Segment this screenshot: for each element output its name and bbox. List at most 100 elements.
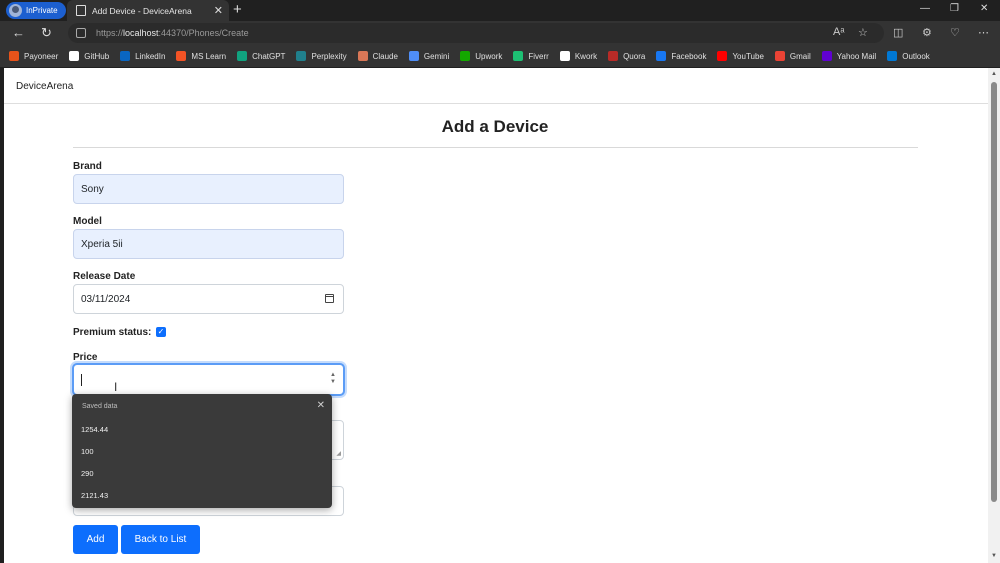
window-close-icon[interactable]: ✕ [980, 3, 988, 14]
favorite-label: YouTube [732, 51, 764, 61]
model-input-value: Xperia 5ii [81, 238, 123, 250]
favorite-label: LinkedIn [135, 51, 166, 61]
favorite-label: Perplexity [311, 51, 347, 61]
tab-title: Add Device - DeviceArena [92, 5, 192, 16]
favorite-site-icon [176, 51, 187, 61]
navbar-brand[interactable]: DeviceArena [16, 81, 73, 92]
favorite-linkedin[interactable]: LinkedIn [120, 51, 165, 61]
read-aloud-icon[interactable]: A͏ᵃ [833, 26, 844, 38]
favorite-facebook[interactable]: Facebook [656, 51, 706, 61]
favorite-label: Facebook [671, 51, 707, 61]
favorite-ms-learn[interactable]: MS Learn [176, 51, 226, 61]
favorite-site-icon [9, 51, 19, 61]
favorite-site-icon [656, 51, 667, 61]
favorite-label: GitHub [84, 51, 110, 61]
favorites-bar: Payoneer GitHub LinkedIn MS Learn ChatGPT Per… [0, 45, 1000, 67]
page-icon [76, 5, 86, 16]
calendar-icon[interactable] [325, 294, 334, 303]
favorite-label: Fiverr [528, 51, 549, 61]
suggestion-item[interactable]: 100 [81, 447, 94, 456]
favorite-fiverr[interactable]: Fiverr [513, 51, 549, 61]
favorite-payoneer[interactable]: Payoneer [9, 51, 58, 61]
address-bar[interactable]: https://localhost:44370/Phones/Create [68, 23, 884, 43]
inprivate-badge[interactable]: InPrivate [6, 2, 66, 19]
active-tab[interactable]: Add Device - DeviceArena ✕ [67, 0, 229, 21]
favorite-site-icon [559, 51, 570, 61]
favorite-gemini[interactable]: Gemini [408, 51, 449, 61]
favorite-yahoo-mail[interactable]: Yahoo Mail [821, 51, 877, 61]
autofill-header: Saved data [82, 403, 118, 410]
favorite-github[interactable]: GitHub [69, 51, 109, 61]
restore-icon[interactable]: ❐ [950, 3, 959, 14]
favorite-label: Outlook [902, 51, 930, 61]
close-suggestions-icon[interactable]: ✕ [317, 400, 325, 411]
minimize-icon[interactable]: — [920, 3, 930, 14]
scroll-down-icon[interactable]: ▼ [991, 553, 997, 559]
favorite-label: Kwork [574, 51, 598, 61]
favorite-site-icon [460, 51, 471, 61]
close-tab-icon[interactable]: ✕ [214, 4, 223, 17]
number-spinner-icon[interactable]: ▲ ▼ [330, 372, 336, 386]
release-date-value: 03/11/2024 [81, 293, 131, 305]
scrollbar-thumb[interactable] [991, 82, 997, 502]
suggestion-item[interactable]: 290 [81, 469, 94, 478]
suggestion-item[interactable]: 2121.43 [81, 491, 108, 500]
favorite-quora[interactable]: Quora [608, 51, 645, 61]
favorite-kwork[interactable]: Kwork [559, 51, 598, 61]
top-navbar: DeviceArena [4, 68, 988, 104]
autofill-suggestions-popup: Saved data ✕ 1254.44 100 290 2121.43 [72, 394, 332, 508]
premium-status-checkbox[interactable]: ✓ [156, 327, 166, 337]
favorite-site-icon [237, 51, 248, 61]
brand-input[interactable]: Sony [73, 174, 344, 204]
favorite-youtube[interactable]: YouTube [717, 51, 764, 61]
release-date-label: Release Date [73, 271, 136, 282]
favorite-label: Claude [372, 51, 398, 61]
favorite-label: ChatGPT [252, 51, 286, 61]
favorite-label: Yahoo Mail [836, 51, 877, 61]
favorite-label: Upwork [475, 51, 503, 61]
brand-input-value: Sony [81, 183, 104, 195]
extensions-icon[interactable]: ⚙ [922, 26, 932, 39]
favorite-star-icon[interactable]: ☆ [858, 26, 868, 39]
favorite-site-icon [69, 51, 80, 61]
url-prefix: https:// [96, 28, 124, 38]
favorite-upwork[interactable]: Upwork [460, 51, 502, 61]
favorite-site-icon [120, 51, 131, 61]
url-host: localhost [123, 28, 159, 38]
price-label: Price [73, 352, 98, 363]
back-arrow-icon[interactable]: ← [12, 25, 25, 40]
split-screen-icon[interactable]: ◫ [893, 26, 903, 39]
brand-label: Brand [73, 161, 102, 172]
favorite-claude[interactable]: Claude [357, 51, 398, 61]
suggestion-item[interactable]: 1254.44 [81, 425, 108, 434]
site-info-icon[interactable] [76, 28, 86, 38]
address-bar-row: ← ↻ https://localhost:44370/Phones/Creat… [0, 21, 1000, 45]
favorite-site-icon [887, 51, 898, 61]
favorite-site-icon [608, 51, 619, 61]
favorite-gmail[interactable]: Gmail [774, 51, 811, 61]
price-input[interactable]: ▲ ▼ [72, 363, 345, 396]
page-scrollbar[interactable]: ▲ ▼ [988, 68, 1000, 563]
favorite-site-icon [774, 51, 785, 61]
browser-essentials-icon[interactable]: ♡ [950, 26, 960, 39]
resize-handle-icon[interactable]: ◢ [336, 450, 341, 457]
favorite-outlook[interactable]: Outlook [887, 51, 930, 61]
favorite-perplexity[interactable]: Perplexity [296, 51, 347, 61]
favorite-site-icon [408, 51, 419, 61]
back-to-list-button[interactable]: Back to List [121, 525, 200, 554]
favorite-label: MS Learn [191, 51, 227, 61]
model-label: Model [73, 216, 102, 227]
scroll-up-icon[interactable]: ▲ [991, 71, 997, 77]
more-menu-icon[interactable]: ⋯ [978, 26, 989, 39]
release-date-input[interactable]: 03/11/2024 [73, 284, 344, 314]
url-path: :44370/Phones/Create [158, 28, 249, 38]
add-button[interactable]: Add [73, 525, 118, 554]
favorite-chatgpt[interactable]: ChatGPT [237, 51, 285, 61]
model-input[interactable]: Xperia 5ii [73, 229, 344, 259]
favorite-site-icon [357, 51, 368, 61]
refresh-icon[interactable]: ↻ [41, 25, 52, 41]
new-tab-icon[interactable]: + [233, 1, 242, 18]
profile-avatar [9, 4, 22, 17]
text-caret [81, 374, 82, 386]
text-cursor-icon: I [114, 380, 118, 394]
